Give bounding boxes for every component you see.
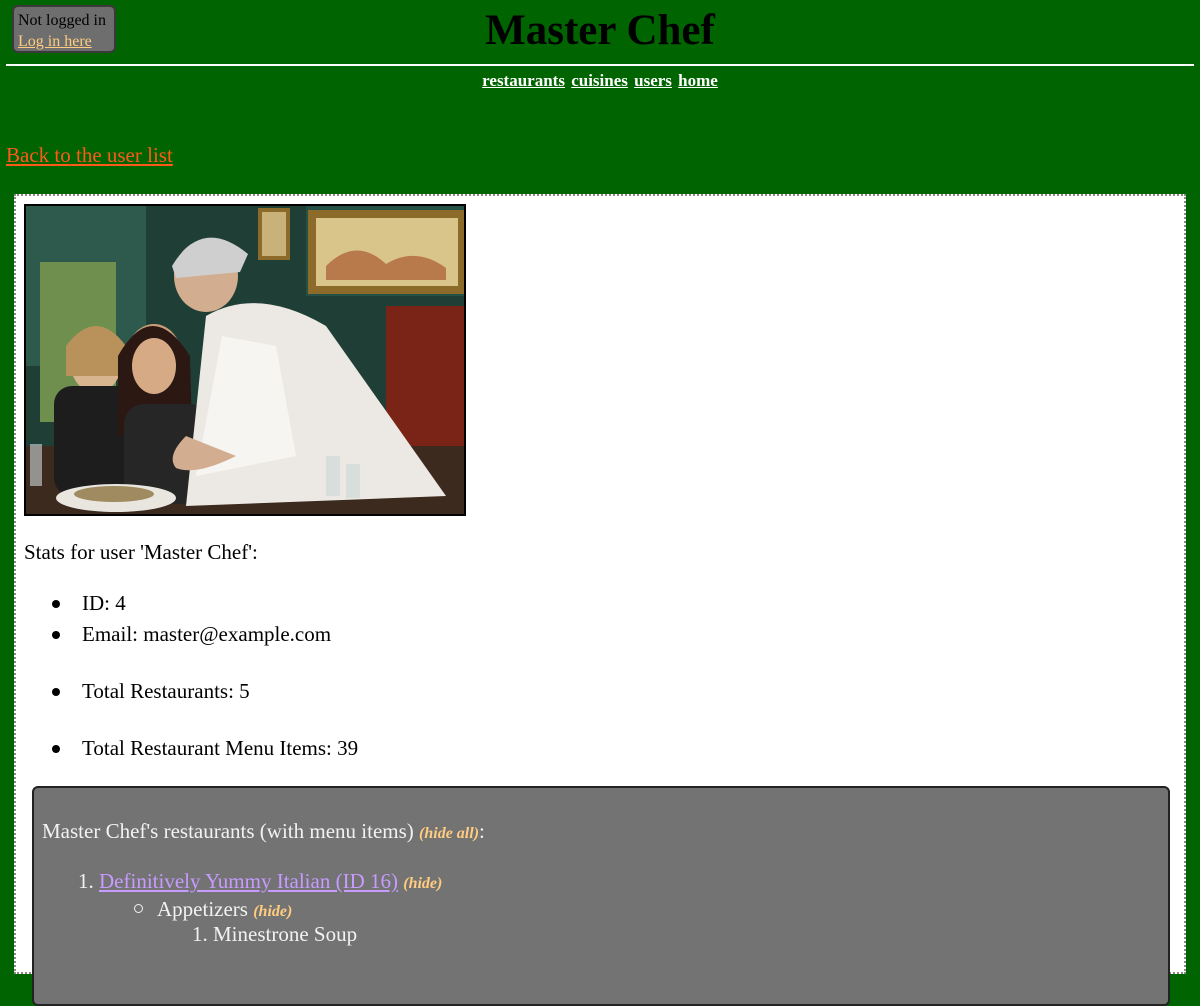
menu-category-name: Appetizers <box>157 897 248 921</box>
nav-home[interactable]: home <box>678 71 718 90</box>
back-to-user-list-link[interactable]: Back to the user list <box>6 143 173 168</box>
nav-users[interactable]: users <box>634 71 672 90</box>
restaurant-link[interactable]: Definitively Yummy Italian (ID 16) <box>99 869 398 893</box>
hide-all-link[interactable]: (hide all) <box>419 825 479 842</box>
menu-item-name: Minestrone Soup <box>213 922 358 946</box>
restaurants-heading: Master Chef's restaurants (with menu ite… <box>42 819 485 844</box>
circle-bullet-icon <box>134 904 143 913</box>
restaurant-number: 1. <box>78 869 94 893</box>
menu-item: 1. Minestrone Soup <box>192 922 357 947</box>
stat-id: ID: 4 <box>46 588 358 619</box>
menu-item-number: 1. <box>192 922 208 946</box>
category-hide-link[interactable]: (hide) <box>253 903 292 920</box>
restaurants-heading-suffix: : <box>479 819 485 843</box>
stat-total-menu-items: Total Restaurant Menu Items: 39 <box>46 733 358 764</box>
menu-category-item: Appetizers (hide) <box>134 897 292 922</box>
user-detail-panel: Stats for user 'Master Chef': ID: 4 Emai… <box>14 194 1186 1006</box>
header-divider <box>6 64 1194 66</box>
restaurants-panel: Master Chef's restaurants (with menu ite… <box>32 786 1170 1006</box>
restaurants-heading-text: Master Chef's restaurants (with menu ite… <box>42 819 414 843</box>
restaurant-hide-link[interactable]: (hide) <box>403 875 442 892</box>
stat-email: Email: master@example.com <box>46 619 358 650</box>
main-nav: restaurants cuisines users home <box>0 71 1200 91</box>
stats-title: Stats for user 'Master Chef': <box>24 540 258 564</box>
chef-photo <box>24 204 466 516</box>
stats-list: ID: 4 Email: master@example.com Total Re… <box>46 588 358 764</box>
nav-cuisines[interactable]: cuisines <box>571 71 628 90</box>
site-title: Master Chef <box>485 7 715 54</box>
restaurant-list-item: 1. Definitively Yummy Italian (ID 16) (h… <box>78 869 442 894</box>
nav-restaurants[interactable]: restaurants <box>482 71 565 90</box>
stat-total-restaurants: Total Restaurants: 5 <box>46 676 358 707</box>
